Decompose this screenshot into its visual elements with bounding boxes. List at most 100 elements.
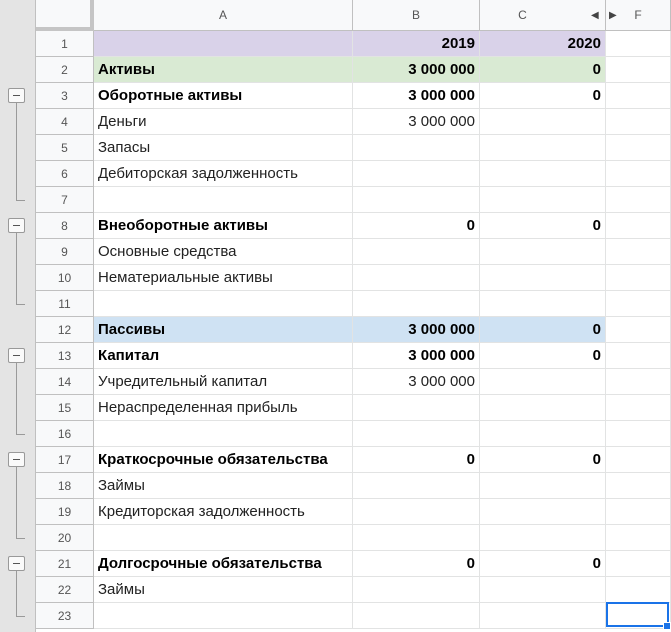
- cell-b[interactable]: [353, 603, 480, 629]
- cell-a[interactable]: Краткосрочные обязательства: [94, 447, 353, 473]
- cell-c[interactable]: [480, 603, 606, 629]
- cell-c[interactable]: [480, 109, 606, 135]
- cell-c[interactable]: 0: [480, 317, 606, 343]
- triangle-left-icon[interactable]: ◀: [591, 0, 599, 31]
- cell-b[interactable]: 3 000 000: [353, 317, 480, 343]
- cell-f[interactable]: [606, 499, 671, 525]
- cell-a[interactable]: Основные средства: [94, 239, 353, 265]
- row-header[interactable]: 11: [36, 291, 94, 317]
- cell-c[interactable]: 0: [480, 57, 606, 83]
- cell-b[interactable]: 3 000 000: [353, 83, 480, 109]
- cell-b[interactable]: [353, 577, 480, 603]
- row-header[interactable]: 7: [36, 187, 94, 213]
- cell-c[interactable]: [480, 473, 606, 499]
- cell-f[interactable]: [606, 239, 671, 265]
- cell-a[interactable]: Внеоборотные активы: [94, 213, 353, 239]
- collapse-minus-icon[interactable]: [8, 218, 25, 233]
- cell-a[interactable]: Нематериальные активы: [94, 265, 353, 291]
- cell-c[interactable]: [480, 135, 606, 161]
- cell-a[interactable]: [94, 291, 353, 317]
- cell-a[interactable]: Кредиторская задолженность: [94, 499, 353, 525]
- cell-c[interactable]: [480, 239, 606, 265]
- cell-c[interactable]: 0: [480, 83, 606, 109]
- cell-c[interactable]: 0: [480, 343, 606, 369]
- cell-f[interactable]: [606, 421, 671, 447]
- row-header[interactable]: 19: [36, 499, 94, 525]
- cell-a[interactable]: Учредительный капитал: [94, 369, 353, 395]
- cell-c[interactable]: [480, 369, 606, 395]
- cell-f[interactable]: [606, 343, 671, 369]
- row-header[interactable]: 20: [36, 525, 94, 551]
- cell-f[interactable]: [606, 109, 671, 135]
- cell-a[interactable]: Долгосрочные обязательства: [94, 551, 353, 577]
- cell-c[interactable]: 0: [480, 447, 606, 473]
- cell-c[interactable]: [480, 395, 606, 421]
- collapse-minus-icon[interactable]: [8, 452, 25, 467]
- row-header[interactable]: 13: [36, 343, 94, 369]
- cell-b[interactable]: 2019: [353, 31, 480, 57]
- row-header[interactable]: 8: [36, 213, 94, 239]
- selected-cell-f23[interactable]: [606, 602, 669, 627]
- cell-b[interactable]: [353, 135, 480, 161]
- row-header[interactable]: 17: [36, 447, 94, 473]
- cell-f[interactable]: [606, 291, 671, 317]
- row-header[interactable]: 3: [36, 83, 94, 109]
- cell-a[interactable]: [94, 603, 353, 629]
- cell-f[interactable]: [606, 395, 671, 421]
- cell-f[interactable]: [606, 317, 671, 343]
- cell-f[interactable]: [606, 83, 671, 109]
- collapse-minus-icon[interactable]: [8, 88, 25, 103]
- row-header[interactable]: 9: [36, 239, 94, 265]
- cell-a[interactable]: Деньги: [94, 109, 353, 135]
- cell-b[interactable]: [353, 499, 480, 525]
- cell-b[interactable]: [353, 239, 480, 265]
- cell-c[interactable]: [480, 499, 606, 525]
- cell-a[interactable]: [94, 525, 353, 551]
- cell-b[interactable]: [353, 265, 480, 291]
- cell-f[interactable]: [606, 551, 671, 577]
- cell-a[interactable]: [94, 31, 353, 57]
- cell-f[interactable]: [606, 265, 671, 291]
- cell-b[interactable]: [353, 525, 480, 551]
- cell-a[interactable]: Оборотные активы: [94, 83, 353, 109]
- cell-f[interactable]: [606, 473, 671, 499]
- select-all-corner[interactable]: [36, 0, 94, 31]
- cell-b[interactable]: 0: [353, 213, 480, 239]
- cell-b[interactable]: 3 000 000: [353, 343, 480, 369]
- cell-f[interactable]: [606, 161, 671, 187]
- cell-f[interactable]: [606, 31, 671, 57]
- spreadsheet-grid[interactable]: A B C F ◀ ▶ 1 2019 2020 2 Активы 3 000 000 0 3 О…: [0, 0, 671, 632]
- cell-f[interactable]: [606, 447, 671, 473]
- cell-a[interactable]: [94, 187, 353, 213]
- cell-b[interactable]: 0: [353, 447, 480, 473]
- row-header[interactable]: 23: [36, 603, 94, 629]
- cell-c[interactable]: 0: [480, 213, 606, 239]
- cell-c[interactable]: 2020: [480, 31, 606, 57]
- cell-a[interactable]: Займы: [94, 473, 353, 499]
- column-header-a[interactable]: A: [94, 0, 353, 31]
- row-header[interactable]: 15: [36, 395, 94, 421]
- cell-a[interactable]: Дебиторская задолженность: [94, 161, 353, 187]
- row-header[interactable]: 16: [36, 421, 94, 447]
- cell-a[interactable]: Пассивы: [94, 317, 353, 343]
- row-header[interactable]: 18: [36, 473, 94, 499]
- cell-c[interactable]: 0: [480, 551, 606, 577]
- cell-c[interactable]: [480, 161, 606, 187]
- cell-a[interactable]: [94, 421, 353, 447]
- cell-f[interactable]: [606, 369, 671, 395]
- row-header[interactable]: 4: [36, 109, 94, 135]
- cell-a[interactable]: Запасы: [94, 135, 353, 161]
- collapse-minus-icon[interactable]: [8, 556, 25, 571]
- cell-c[interactable]: [480, 291, 606, 317]
- cell-c[interactable]: [480, 187, 606, 213]
- cell-b[interactable]: [353, 291, 480, 317]
- cell-c[interactable]: [480, 421, 606, 447]
- cell-b[interactable]: 3 000 000: [353, 109, 480, 135]
- collapse-minus-icon[interactable]: [8, 348, 25, 363]
- cell-c[interactable]: [480, 577, 606, 603]
- cell-f[interactable]: [606, 135, 671, 161]
- cell-b[interactable]: 3 000 000: [353, 369, 480, 395]
- cell-b[interactable]: [353, 187, 480, 213]
- cell-f[interactable]: [606, 57, 671, 83]
- cell-a[interactable]: Нераспределенная прибыль: [94, 395, 353, 421]
